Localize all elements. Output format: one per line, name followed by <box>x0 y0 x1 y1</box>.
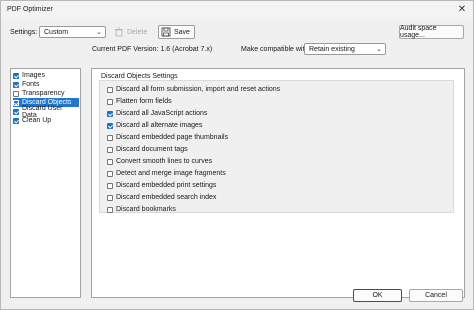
checkbox[interactable] <box>107 86 113 93</box>
option-discard-bookmarks[interactable]: Discard bookmarks <box>107 205 176 214</box>
option-discard-print-settings[interactable]: Discard embedded print settings <box>107 181 216 190</box>
option-convert-smooth-lines[interactable]: Convert smooth lines to curves <box>107 157 212 166</box>
nav-item-fonts[interactable]: Fonts <box>13 80 79 89</box>
checkbox[interactable] <box>107 182 113 189</box>
category-list: Images Fonts Transparency Discard Object… <box>10 68 81 298</box>
nav-item-transparency[interactable]: Transparency <box>13 89 79 98</box>
nav-item-label: Fonts <box>22 81 40 88</box>
checkbox[interactable] <box>13 81 19 88</box>
save-button[interactable]: Save <box>158 25 195 39</box>
option-label: Discard bookmarks <box>116 206 176 213</box>
checkbox[interactable] <box>107 206 113 213</box>
ok-label: OK <box>372 292 383 299</box>
option-label: Discard all form submission, import and … <box>116 86 281 93</box>
checkbox[interactable] <box>107 134 113 141</box>
nav-item-discard-user-data[interactable]: Discard User Data <box>13 105 79 119</box>
checkbox[interactable] <box>107 158 113 165</box>
cancel-label: Cancel <box>425 292 447 299</box>
checkbox[interactable] <box>13 108 19 115</box>
option-label: Discard embedded print settings <box>116 182 217 189</box>
nav-item-label: Images <box>22 72 45 79</box>
delete-label: Delete <box>127 28 148 36</box>
save-label: Save <box>174 28 190 36</box>
ok-button[interactable]: OK <box>353 289 402 302</box>
checkbox[interactable] <box>13 72 19 79</box>
option-discard-javascript[interactable]: Discard all JavaScript actions <box>107 109 207 118</box>
checkbox[interactable] <box>107 194 113 201</box>
floppy-disk-icon <box>161 27 171 37</box>
checkbox[interactable] <box>107 170 113 177</box>
checkbox[interactable] <box>13 117 19 124</box>
option-discard-form-actions[interactable]: Discard all form submission, import and … <box>107 85 280 94</box>
title-bar: PDF Optimizer ✕ <box>1 1 473 19</box>
option-flatten-form-fields[interactable]: Flatten form fields <box>107 97 172 106</box>
option-discard-thumbnails[interactable]: Discard embedded page thumbnails <box>107 133 228 142</box>
pdf-optimizer-window: PDF Optimizer ✕ Settings: Custom ⌄ Delet… <box>0 0 474 310</box>
chevron-down-icon: ⌄ <box>376 46 382 53</box>
compatibility-value: Retain existing <box>309 46 355 53</box>
option-merge-image-fragments[interactable]: Detect and merge image fragments <box>107 169 226 178</box>
checkbox[interactable] <box>107 110 113 117</box>
checkbox[interactable] <box>13 90 19 97</box>
option-label: Discard embedded page thumbnails <box>116 134 229 141</box>
nav-item-label: Clean Up <box>22 117 52 124</box>
option-discard-document-tags[interactable]: Discard document tags <box>107 145 188 154</box>
option-label: Flatten form fields <box>116 98 172 105</box>
pdf-version-text: Current PDF Version: 1.6 (Acrobat 7.x) <box>92 46 213 53</box>
option-label: Discard document tags <box>116 146 188 153</box>
option-label: Discard all JavaScript actions <box>116 110 208 117</box>
cancel-button[interactable]: Cancel <box>409 289 463 302</box>
checkbox[interactable] <box>107 98 113 105</box>
option-label: Discard embedded search index <box>116 194 217 201</box>
settings-dropdown[interactable]: Custom ⌄ <box>39 26 106 38</box>
window-title: PDF Optimizer <box>7 6 53 13</box>
settings-value: Custom <box>44 29 69 36</box>
checkbox[interactable] <box>13 99 19 106</box>
settings-panel: Discard Objects Settings Discard all for… <box>91 68 465 298</box>
option-discard-search-index[interactable]: Discard embedded search index <box>107 193 216 202</box>
nav-item-clean-up[interactable]: Clean Up <box>13 116 79 125</box>
nav-item-label: Transparency <box>22 90 65 97</box>
close-icon[interactable]: ✕ <box>455 3 469 16</box>
panel-title: Discard Objects Settings <box>101 73 178 80</box>
compatibility-dropdown[interactable]: Retain existing ⌄ <box>304 43 386 55</box>
option-discard-alternate-images[interactable]: Discard all alternate images <box>107 121 202 130</box>
delete-button[interactable]: Delete <box>114 25 147 39</box>
checkbox[interactable] <box>107 146 113 153</box>
compatible-label: Make compatible with: <box>241 46 311 53</box>
discard-options-group: Discard all form submission, import and … <box>99 80 454 213</box>
option-label: Detect and merge image fragments <box>116 170 226 177</box>
checkbox[interactable] <box>107 122 113 129</box>
option-label: Convert smooth lines to curves <box>116 158 213 165</box>
nav-item-images[interactable]: Images <box>13 71 79 80</box>
option-label: Discard all alternate images <box>116 122 203 129</box>
chevron-down-icon: ⌄ <box>96 29 102 36</box>
settings-label: Settings: <box>10 29 38 36</box>
trash-icon <box>114 27 124 37</box>
audit-label: Audit space usage... <box>400 25 437 39</box>
audit-space-usage-button[interactable]: Audit space usage... <box>399 25 464 39</box>
